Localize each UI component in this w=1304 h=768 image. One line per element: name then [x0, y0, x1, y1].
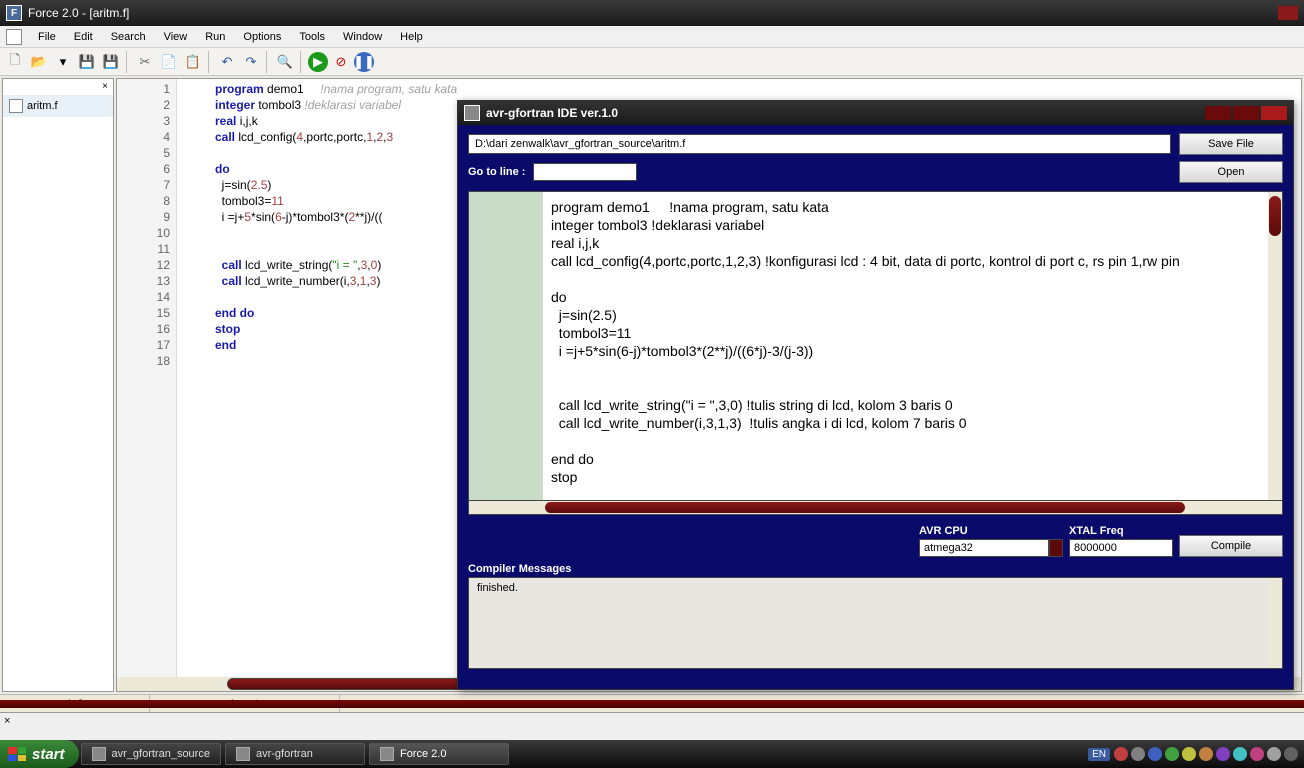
open-file-icon[interactable]: 📂: [28, 51, 50, 73]
tray-icon[interactable]: [1182, 747, 1196, 761]
document-icon[interactable]: [6, 29, 22, 45]
redo-icon[interactable]: ↷: [240, 51, 262, 73]
taskbar-item-force[interactable]: Force 2.0: [369, 743, 509, 765]
compile-button[interactable]: Compile: [1179, 535, 1283, 557]
menu-options[interactable]: Options: [235, 29, 289, 45]
stop-icon[interactable]: ⊘: [330, 51, 352, 73]
file-sidebar: × aritm.f: [2, 78, 114, 692]
cut-icon[interactable]: ✂: [134, 51, 156, 73]
ide-code-area: program demo1 !nama program, satu kata i…: [468, 191, 1283, 501]
pause-icon[interactable]: ❚❚: [354, 52, 374, 72]
save-file-button[interactable]: Save File: [1179, 133, 1283, 155]
compiler-messages-label: Compiler Messages: [468, 563, 1283, 575]
cpu-dropdown-icon[interactable]: [1049, 539, 1063, 557]
file-path-input[interactable]: [468, 134, 1171, 154]
start-label: start: [32, 746, 65, 763]
undo-icon[interactable]: ↶: [216, 51, 238, 73]
new-file-icon[interactable]: 🗋: [4, 51, 26, 73]
tray-icon[interactable]: [1250, 747, 1264, 761]
compiler-output: finished.: [477, 582, 518, 594]
app-icon: [380, 747, 394, 761]
ide-gutter: [469, 192, 543, 500]
ide-horizontal-scrollbar[interactable]: [468, 501, 1283, 515]
tray-icon[interactable]: [1114, 747, 1128, 761]
open-dropdown-icon[interactable]: ▾: [52, 51, 74, 73]
menu-tools[interactable]: Tools: [291, 29, 333, 45]
ide-code-text[interactable]: program demo1 !nama program, satu kata i…: [543, 192, 1282, 500]
menu-view[interactable]: View: [156, 29, 196, 45]
run-icon[interactable]: ▶: [308, 52, 328, 72]
menu-window[interactable]: Window: [335, 29, 390, 45]
folder-icon: [92, 747, 106, 761]
start-button[interactable]: start: [0, 740, 79, 768]
xtal-freq-input[interactable]: [1069, 539, 1173, 557]
language-indicator[interactable]: EN: [1088, 748, 1110, 761]
taskbar: start avr_gfortran_source avr-gfortran F…: [0, 740, 1304, 768]
paste-icon[interactable]: 📋: [182, 51, 204, 73]
system-tray: EN: [1082, 747, 1304, 761]
menu-search[interactable]: Search: [103, 29, 154, 45]
messages-scrollbar[interactable]: [1268, 578, 1282, 668]
open-button[interactable]: Open: [1179, 161, 1283, 183]
divider-strip: [0, 700, 1304, 708]
line-gutter: 123456789101112131415161718: [117, 79, 177, 691]
tray-icon[interactable]: [1199, 747, 1213, 761]
window-title: Force 2.0 - [aritm.f]: [28, 6, 129, 20]
sidebar-close-icon[interactable]: ×: [99, 81, 111, 93]
taskbar-item-avr-source[interactable]: avr_gfortran_source: [81, 743, 221, 765]
save-all-icon[interactable]: 💾: [100, 51, 122, 73]
menu-run[interactable]: Run: [197, 29, 233, 45]
lower-pane: ×: [0, 712, 1304, 740]
avr-cpu-label: AVR CPU: [919, 525, 1063, 537]
ide-window: avr-gfortran IDE ver.1.0 Save File Go to…: [457, 100, 1294, 690]
goto-line-label: Go to line :: [468, 166, 525, 178]
tray-icon[interactable]: [1148, 747, 1162, 761]
force-app-icon: F: [6, 5, 22, 21]
toolbar: 🗋 📂 ▾ 💾 💾 ✂ 📄 📋 ↶ ↷ 🔍 ▶ ⊘ ❚❚: [0, 48, 1304, 76]
close-button[interactable]: [1261, 106, 1287, 120]
ide-title-text: avr-gfortran IDE ver.1.0: [486, 106, 618, 120]
xtal-freq-label: XTAL Freq: [1069, 525, 1173, 537]
menu-edit[interactable]: Edit: [66, 29, 101, 45]
scrollbar-thumb[interactable]: [545, 502, 1185, 513]
tray-icon[interactable]: [1131, 747, 1145, 761]
file-icon: [9, 99, 23, 113]
tray-icon[interactable]: [1165, 747, 1179, 761]
vertical-scrollbar[interactable]: [1268, 192, 1282, 500]
ide-titlebar[interactable]: avr-gfortran IDE ver.1.0: [458, 101, 1293, 125]
sidebar-file-item[interactable]: aritm.f: [3, 95, 113, 117]
app-icon: [236, 747, 250, 761]
menu-file[interactable]: File: [30, 29, 64, 45]
search-icon[interactable]: 🔍: [274, 51, 296, 73]
ide-app-icon: [464, 105, 480, 121]
scrollbar-thumb[interactable]: [1269, 196, 1281, 236]
goto-line-input[interactable]: [533, 163, 637, 181]
tray-icon[interactable]: [1216, 747, 1230, 761]
menubar: File Edit Search View Run Options Tools …: [0, 26, 1304, 48]
close-button[interactable]: [1278, 6, 1298, 20]
avr-cpu-input[interactable]: [919, 539, 1049, 557]
maximize-button[interactable]: [1233, 106, 1259, 120]
lower-close-icon[interactable]: ×: [4, 715, 10, 727]
minimize-button[interactable]: [1205, 106, 1231, 120]
copy-icon[interactable]: 📄: [158, 51, 180, 73]
taskbar-item-avr-gfortran[interactable]: avr-gfortran: [225, 743, 365, 765]
compiler-messages: finished.: [468, 577, 1283, 669]
tray-icon[interactable]: [1284, 747, 1298, 761]
tray-icon[interactable]: [1233, 747, 1247, 761]
save-icon[interactable]: 💾: [76, 51, 98, 73]
tray-icon[interactable]: [1267, 747, 1281, 761]
sidebar-file-label: aritm.f: [27, 100, 58, 112]
windows-flag-icon: [8, 747, 26, 761]
force-titlebar[interactable]: F Force 2.0 - [aritm.f]: [0, 0, 1304, 26]
menu-help[interactable]: Help: [392, 29, 431, 45]
